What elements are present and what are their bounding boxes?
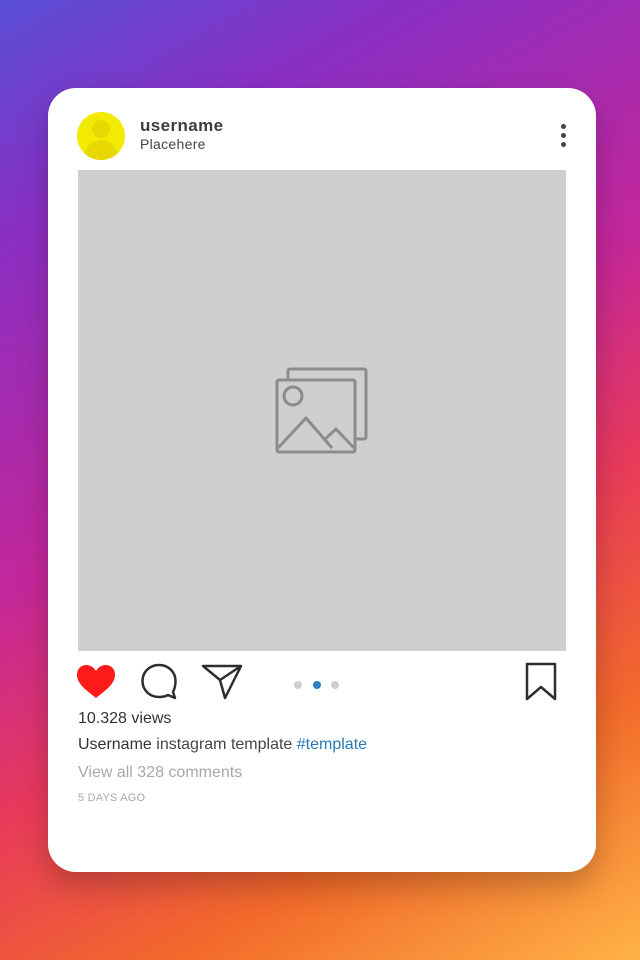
post-card: username Placehere 10.328 views Username… (48, 88, 596, 872)
image-placeholder-icon (275, 367, 368, 454)
more-dot (561, 142, 566, 147)
save-button[interactable] (524, 662, 558, 707)
avatar-head-shape (92, 120, 110, 138)
post-caption: Username instagram template #template (78, 736, 367, 754)
post-timestamp: 5 DAYS AGO (78, 792, 146, 804)
comment-icon (141, 663, 177, 700)
post-image[interactable] (78, 170, 566, 651)
post-username[interactable]: username (140, 116, 224, 136)
carousel-dot[interactable] (294, 681, 302, 689)
more-dot (561, 133, 566, 138)
caption-text: instagram template (151, 736, 297, 753)
send-icon (201, 664, 243, 700)
like-button[interactable] (76, 664, 116, 705)
caption-username[interactable]: Username (78, 736, 152, 753)
share-button[interactable] (201, 662, 243, 705)
caption-hashtag[interactable]: #template (297, 736, 367, 753)
post-location[interactable]: Placehere (140, 136, 206, 152)
more-dot (561, 124, 566, 129)
bookmark-icon (525, 662, 557, 701)
view-count: 10.328 views (78, 710, 172, 727)
view-comments-link[interactable]: View all 328 comments (78, 764, 242, 782)
user-avatar-icon[interactable] (77, 112, 125, 160)
more-vertical-icon[interactable] (552, 120, 576, 152)
heart-icon (77, 665, 115, 698)
carousel-dot-active[interactable] (313, 681, 321, 689)
avatar-body-shape (84, 140, 118, 160)
carousel-dot[interactable] (331, 681, 339, 689)
gradient-background: username Placehere 10.328 views Username… (0, 0, 640, 960)
comment-button[interactable] (140, 662, 178, 705)
